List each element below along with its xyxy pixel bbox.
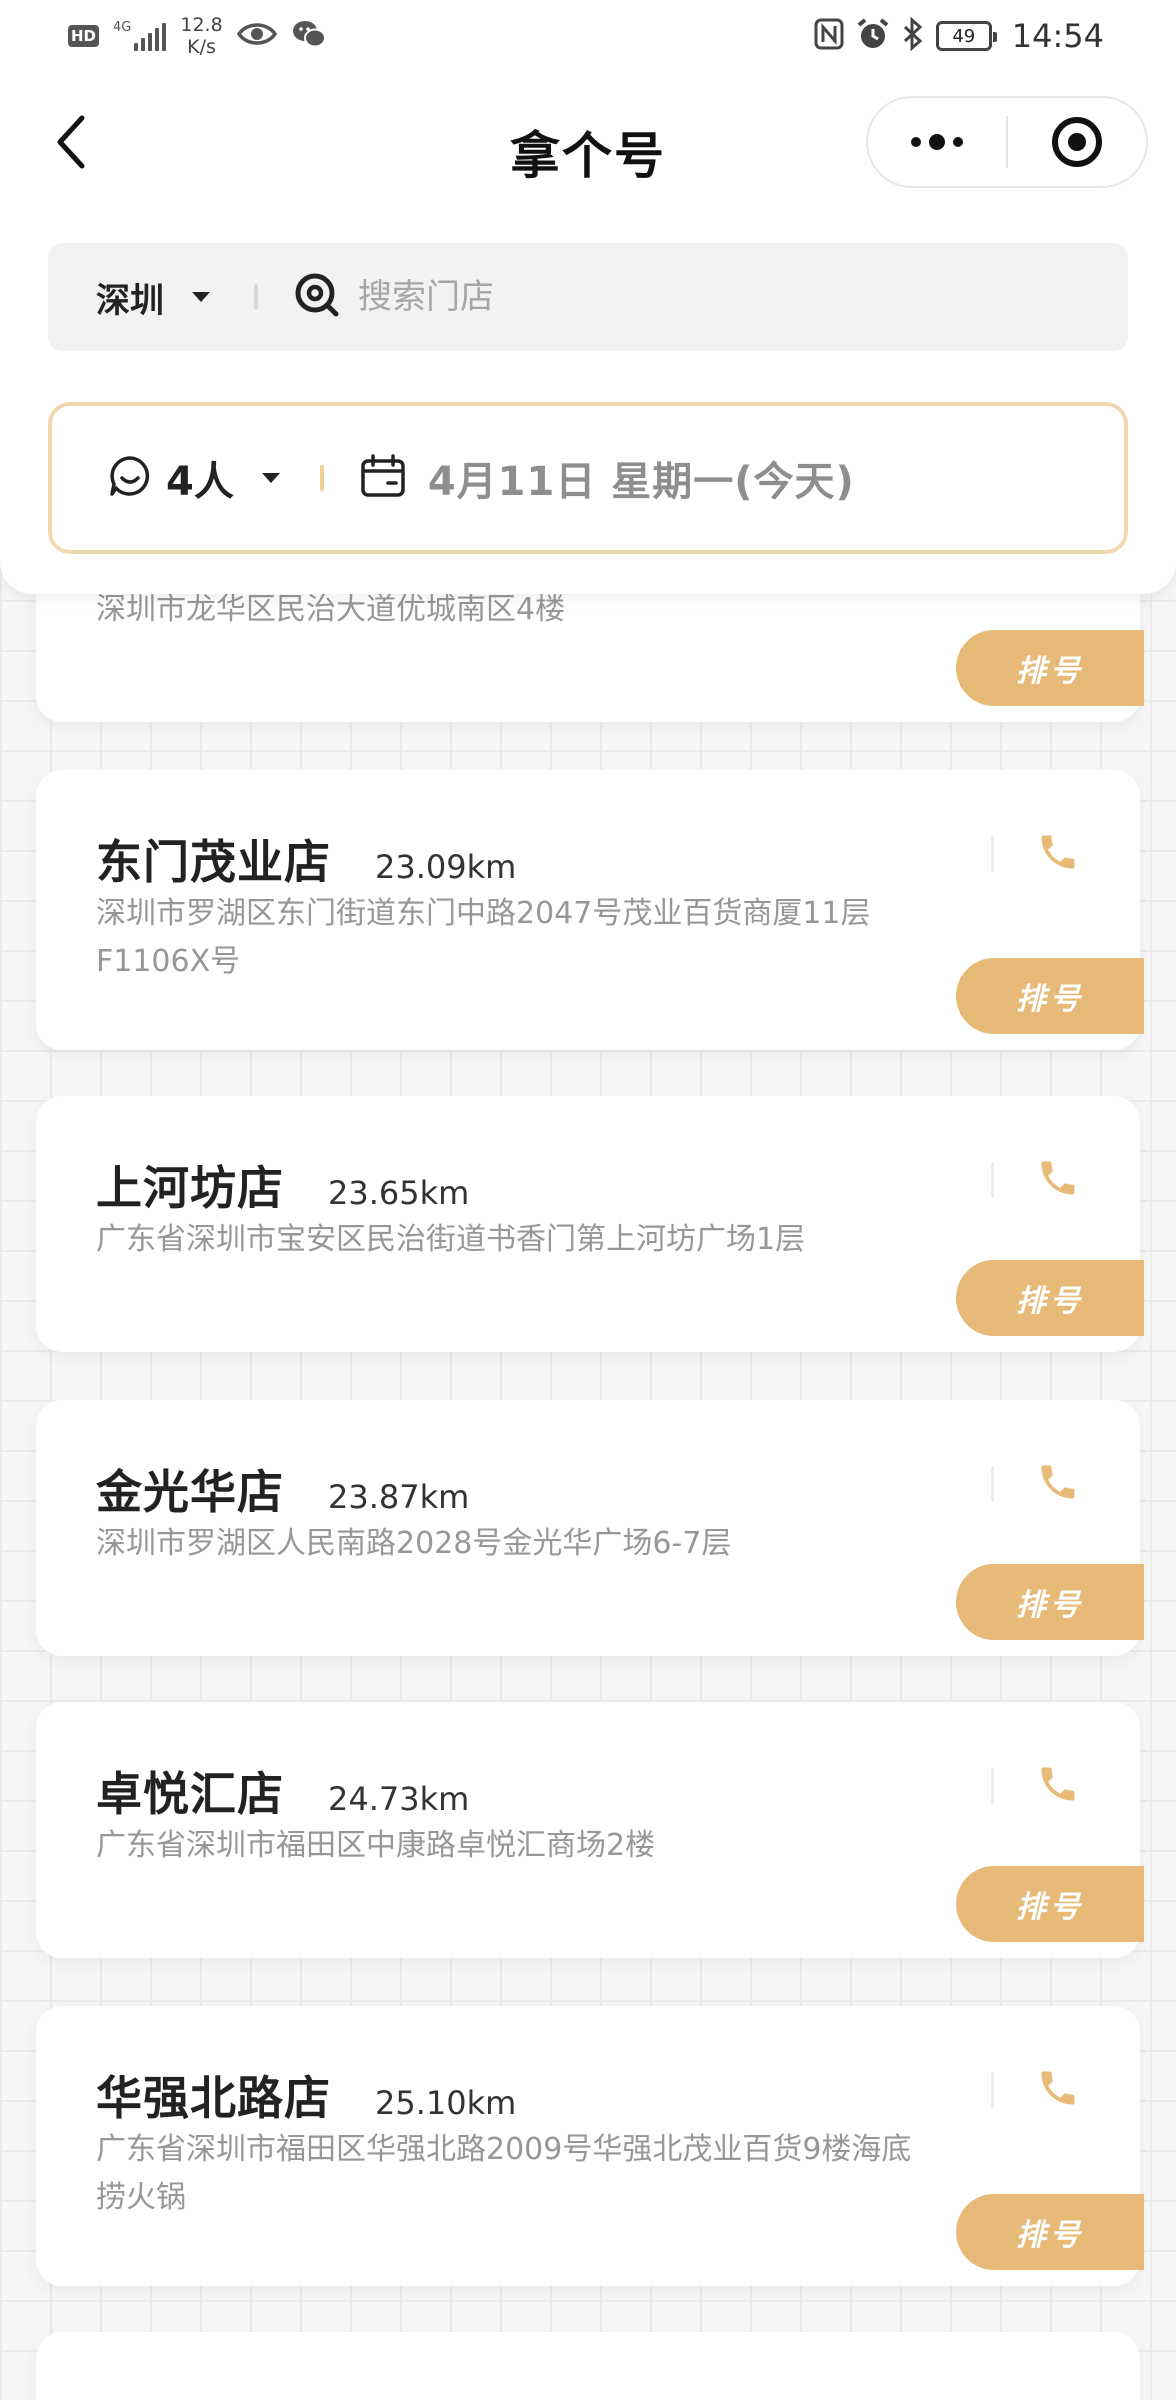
phone-area	[991, 1758, 1080, 1814]
divider	[254, 284, 258, 310]
queue-button[interactable]: 排号	[956, 1564, 1144, 1640]
alarm-icon	[856, 17, 890, 55]
queue-button[interactable]: 排号	[956, 958, 1144, 1034]
store-card[interactable]	[36, 2332, 1140, 2400]
divider	[319, 465, 324, 491]
date-text: 4月11日 星期一(今天)	[427, 459, 855, 505]
store-card[interactable]: 卓悦汇店 24.73km 广东省深圳市福田区中康路卓悦汇商场2楼 排号	[36, 1702, 1144, 1958]
divider	[991, 2072, 994, 2108]
store-card[interactable]: 金光华店 23.87km 深圳市罗湖区人民南路2028号金光华广场6-7层 排号	[36, 1400, 1144, 1656]
phone-icon[interactable]	[1036, 1156, 1080, 1204]
phone-area	[991, 2062, 1080, 2118]
clock: 14:54	[1011, 17, 1104, 55]
phone-icon[interactable]	[1036, 2066, 1080, 2114]
store-name: 上河坊店	[96, 1161, 284, 1215]
divider	[991, 1768, 994, 1804]
store-name: 东门茂业店	[96, 835, 331, 889]
store-header: 华强北路店 25.10km	[96, 2062, 516, 2128]
speed-value: 12.8	[180, 14, 223, 36]
store-address: 深圳市罗湖区东门街道东门中路2047号茂业百货商厦11层F1106X号	[96, 896, 871, 979]
store-address: 广东省深圳市福田区中康路卓悦汇商场2楼	[96, 1828, 656, 1863]
divider	[991, 1162, 994, 1198]
queue-button[interactable]: 排号	[956, 2194, 1144, 2270]
store-header: 上河坊店 23.65km	[96, 1152, 469, 1218]
store-header: 东门茂业店 23.09km	[96, 826, 516, 892]
nfc-icon	[814, 18, 844, 54]
status-left: HD 4G 12.8 K/s	[68, 12, 327, 60]
header-panel: 拿个号 深圳 搜索门店 4人 4月11日 星期一(今天)	[0, 72, 1176, 594]
store-distance: 23.09km	[375, 848, 517, 886]
hd-badge: HD	[68, 25, 100, 47]
date-selector[interactable]: 4月11日 星期一(今天)	[360, 449, 855, 507]
nav-bar: 拿个号	[0, 72, 1176, 212]
caret-down-icon	[261, 473, 280, 483]
signal-icon: 4G	[113, 20, 167, 51]
network-speed: 12.8 K/s	[180, 14, 222, 58]
divider	[991, 1466, 994, 1502]
battery-icon: 49	[935, 21, 997, 51]
store-distance: 24.73km	[328, 1780, 470, 1818]
store-distance: 23.87km	[328, 1478, 470, 1516]
store-name: 卓悦汇店	[96, 1767, 284, 1821]
store-address: 深圳市罗湖区人民南路2028号金光华广场6-7层	[96, 1526, 732, 1561]
store-header: 金光华店 23.87km	[96, 1456, 469, 1522]
store-distance: 23.65km	[328, 1174, 470, 1212]
queue-button[interactable]: 排号	[956, 1866, 1144, 1942]
more-icon	[911, 134, 963, 150]
store-address: 广东省深圳市宝安区民治街道书香门第上河坊广场1层	[96, 1222, 806, 1257]
eye-icon	[236, 20, 277, 52]
status-right: 49 14:54	[814, 14, 1104, 58]
city-name: 深圳	[96, 280, 164, 321]
party-size: 4人	[166, 459, 234, 505]
store-distance: 25.10km	[375, 2084, 517, 2122]
party-size-selector[interactable]: 4人	[108, 449, 280, 507]
phone-icon[interactable]	[1036, 1460, 1080, 1508]
queue-button[interactable]: 排号	[956, 630, 1144, 706]
status-bar: HD 4G 12.8 K/s 49 14:54	[0, 0, 1176, 72]
mini-program-capsule	[866, 96, 1148, 188]
phone-area	[991, 1152, 1080, 1208]
store-name: 金光华店	[96, 1465, 284, 1519]
phone-area	[991, 1456, 1080, 1512]
store-name: 华强北路店	[96, 2071, 331, 2125]
store-address: 广东省深圳市福田区华强北路2009号华强北茂业百货9楼海底捞火锅	[96, 2132, 912, 2215]
queue-button[interactable]: 排号	[956, 1260, 1144, 1336]
divider	[991, 836, 994, 872]
search-input[interactable]	[358, 267, 1128, 327]
phone-area	[991, 826, 1080, 882]
phone-icon[interactable]	[1036, 830, 1080, 878]
network-type: 4G	[113, 20, 132, 35]
calendar-icon	[360, 454, 406, 502]
search-bar: 深圳	[48, 243, 1128, 351]
speed-unit: K/s	[187, 36, 216, 58]
target-icon	[1051, 117, 1102, 167]
smile-icon	[108, 454, 152, 502]
store-card[interactable]: 上河坊店 23.65km 广东省深圳市宝安区民治街道书香门第上河坊广场1层 排号	[36, 1096, 1144, 1352]
battery-level: 49	[952, 25, 976, 47]
store-card[interactable]: 东门茂业店 23.09km 深圳市罗湖区东门街道东门中路2047号茂业百货商厦1…	[36, 770, 1144, 1050]
caret-down-icon	[192, 292, 210, 302]
more-button[interactable]	[868, 98, 1006, 186]
bluetooth-icon	[902, 16, 924, 55]
store-header: 卓悦汇店 24.73km	[96, 1758, 469, 1824]
filter-bar: 4人 4月11日 星期一(今天)	[48, 402, 1128, 554]
close-button[interactable]	[1008, 98, 1146, 186]
wechat-icon	[291, 19, 327, 53]
city-selector[interactable]: 深圳	[96, 267, 210, 327]
location-search-icon	[294, 272, 340, 322]
store-card[interactable]: 华强北路店 25.10km 广东省深圳市福田区华强北路2009号华强北茂业百货9…	[36, 2006, 1144, 2286]
phone-icon[interactable]	[1036, 1762, 1080, 1810]
